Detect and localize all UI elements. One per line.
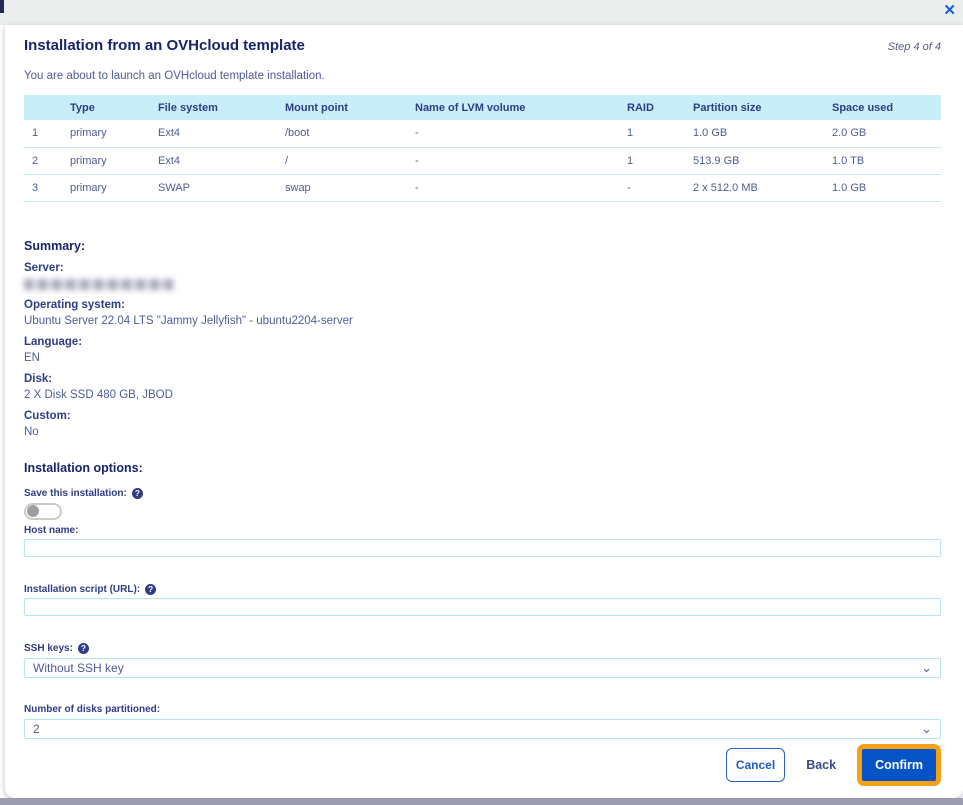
server-name-redacted xyxy=(24,278,174,290)
cell-space-used: 2.0 GB xyxy=(824,120,941,148)
summary-item-custom: Custom: No xyxy=(24,410,941,438)
close-icon[interactable]: ✕ xyxy=(943,1,956,21)
modal-header: Installation from an OVHcloud template S… xyxy=(24,37,941,54)
host-name-input[interactable] xyxy=(24,538,941,557)
background-bottom-strip xyxy=(0,798,963,805)
table-row: 1 primary Ext4 /boot - 1 1.0 GB 2.0 GB xyxy=(24,120,941,148)
summary-item-server: Server: xyxy=(24,262,941,290)
summary-label: Server: xyxy=(24,261,64,274)
help-icon[interactable]: ? xyxy=(77,642,89,654)
col-header-raid: RAID xyxy=(619,95,685,120)
save-installation-label: Save this installation: xyxy=(24,487,127,499)
ssh-keys-label: SSH keys: xyxy=(24,642,73,654)
table-header-row: Type File system Mount point Name of LVM… xyxy=(24,95,941,120)
cell-raid: 1 xyxy=(619,120,685,148)
summary-item-language: Language: EN xyxy=(24,336,941,364)
col-header-type: Type xyxy=(62,95,150,120)
cell-space-used: 1.0 TB xyxy=(824,147,941,175)
cell-mountpoint: swap xyxy=(277,174,407,202)
window-top-strip xyxy=(0,0,963,25)
col-header-lvm: Name of LVM volume xyxy=(407,95,619,120)
summary-value: EN xyxy=(24,351,40,364)
footer-actions: Cancel Back Confirm xyxy=(725,744,941,786)
help-icon[interactable]: ? xyxy=(145,583,157,595)
cancel-button[interactable]: Cancel xyxy=(725,748,786,782)
cell-mountpoint: / xyxy=(277,147,407,175)
installation-script-label: Installation script (URL): xyxy=(24,583,141,595)
confirm-focus-ring: Confirm xyxy=(857,744,941,786)
cell-raid: 1 xyxy=(619,147,685,175)
cell-index: 2 xyxy=(24,147,62,175)
summary-heading: Summary: xyxy=(24,238,86,253)
cell-partition-size: 2 x 512.0 MB xyxy=(685,174,824,202)
summary-label: Disk: xyxy=(24,372,53,385)
col-header-index xyxy=(24,95,62,120)
col-header-space-used: Space used xyxy=(824,95,941,120)
table-row: 3 primary SWAP swap - - 2 x 512.0 MB 1.0… xyxy=(24,174,941,202)
cell-mountpoint: /boot xyxy=(277,120,407,148)
cell-type: primary xyxy=(62,147,150,175)
summary-value: 2 X Disk SSD 480 GB, JBOD xyxy=(24,388,173,401)
partition-table: Type File system Mount point Name of LVM… xyxy=(24,95,941,202)
cell-partition-size: 1.0 GB xyxy=(685,120,824,148)
cell-type: primary xyxy=(62,120,150,148)
summary-item-os: Operating system: Ubuntu Server 22.04 LT… xyxy=(24,299,941,327)
summary-label: Operating system: xyxy=(24,298,125,311)
installation-options-heading: Installation options: xyxy=(24,460,143,475)
col-header-mountpoint: Mount point xyxy=(277,95,407,120)
cell-index: 3 xyxy=(24,174,62,202)
col-header-filesystem: File system xyxy=(150,95,277,120)
installation-script-input[interactable] xyxy=(24,597,941,616)
chevron-down-icon: ⌄ xyxy=(921,720,932,736)
disks-selected-value: 2 xyxy=(33,721,40,736)
host-name-label-row: Host name: xyxy=(24,525,941,536)
chevron-down-icon: ⌄ xyxy=(921,659,932,675)
step-indicator: Step 4 of 4 xyxy=(887,41,941,53)
ssh-keys-select[interactable]: Without SSH key ⌄ xyxy=(24,657,941,678)
summary-label: Custom: xyxy=(24,409,71,422)
cell-filesystem: Ext4 xyxy=(150,120,277,148)
summary-item-disk: Disk: 2 X Disk SSD 480 GB, JBOD xyxy=(24,373,941,401)
disks-partitioned-label: Number of disks partitioned: xyxy=(24,703,161,715)
cell-lvm: - xyxy=(407,120,619,148)
ssh-keys-selected-value: Without SSH key xyxy=(33,660,124,675)
disks-partitioned-select[interactable]: 2 ⌄ xyxy=(24,718,941,739)
save-installation-toggle[interactable] xyxy=(24,502,62,520)
toggle-knob xyxy=(27,505,39,517)
cell-partition-size: 513.9 GB xyxy=(685,147,824,175)
cell-lvm: - xyxy=(407,174,619,202)
ssh-keys-label-row: SSH keys: ? xyxy=(24,642,941,654)
cell-raid: - xyxy=(619,174,685,202)
cell-space-used: 1.0 GB xyxy=(824,174,941,202)
cell-filesystem: SWAP xyxy=(150,174,277,202)
cell-index: 1 xyxy=(24,120,62,148)
back-button[interactable]: Back xyxy=(806,758,836,772)
host-name-label: Host name: xyxy=(24,524,79,536)
summary-label: Language: xyxy=(24,335,83,348)
cell-filesystem: Ext4 xyxy=(150,147,277,175)
background-page-sliver xyxy=(0,0,4,13)
page-title: Installation from an OVHcloud template xyxy=(24,37,305,54)
cell-type: primary xyxy=(62,174,150,202)
cell-lvm: - xyxy=(407,147,619,175)
confirm-button[interactable]: Confirm xyxy=(862,749,936,781)
table-row: 2 primary Ext4 / - 1 513.9 GB 1.0 TB xyxy=(24,147,941,175)
installation-modal: Installation from an OVHcloud template S… xyxy=(5,25,963,798)
disks-label-row: Number of disks partitioned: xyxy=(24,704,941,715)
summary-value: Ubuntu Server 22.04 LTS "Jammy Jellyfish… xyxy=(24,314,353,327)
save-installation-label-row: Save this installation: ? xyxy=(24,487,941,499)
help-icon[interactable]: ? xyxy=(131,487,143,499)
installation-script-label-row: Installation script (URL): ? xyxy=(24,583,941,595)
col-header-partition-size: Partition size xyxy=(685,95,824,120)
summary-value: No xyxy=(24,425,39,438)
intro-text: You are about to launch an OVHcloud temp… xyxy=(24,70,325,82)
